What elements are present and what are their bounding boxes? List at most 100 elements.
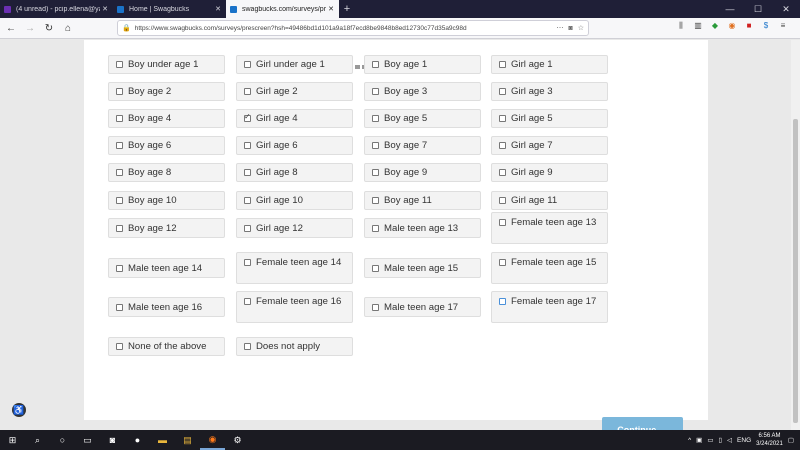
survey-option[interactable]: Girl age 8 xyxy=(236,162,353,182)
firefox-icon[interactable]: ◉ xyxy=(200,430,225,450)
task-view-icon[interactable]: ▭ xyxy=(75,430,100,450)
checkbox[interactable] xyxy=(116,141,123,149)
survey-option[interactable]: Boy age 10 xyxy=(108,190,225,210)
bookmark-star-icon[interactable]: ☆ xyxy=(578,24,584,32)
checkbox[interactable] xyxy=(116,168,123,176)
network-icon[interactable]: ▯ xyxy=(718,436,722,444)
survey-option[interactable]: Girl age 11 xyxy=(491,190,608,210)
survey-option[interactable]: Female teen age 17 xyxy=(491,291,608,323)
tab-swagbucks-home[interactable]: Home | Swagbucks ✕ xyxy=(113,0,226,18)
survey-option[interactable]: Male teen age 17 xyxy=(364,297,481,317)
tray-app-icon[interactable]: ▣ xyxy=(696,436,702,444)
checkbox[interactable] xyxy=(499,259,506,266)
swagbucks-extension-icon[interactable]: $ xyxy=(761,21,771,31)
start-windows-icon[interactable]: ⊞ xyxy=(0,430,25,450)
tab-yahoo-mail[interactable]: (4 unread) - pcip.ellena@yaho ✕ xyxy=(0,0,113,18)
survey-option[interactable]: Male teen age 15 xyxy=(364,258,481,278)
reload-button[interactable]: ↻ xyxy=(41,20,57,36)
checkbox[interactable] xyxy=(372,303,379,311)
checkbox[interactable] xyxy=(244,141,251,149)
survey-option[interactable]: Girl age 7 xyxy=(491,135,608,155)
checkbox[interactable] xyxy=(244,60,251,68)
checkbox-checked[interactable] xyxy=(244,112,251,122)
menu-icon[interactable]: ≡ xyxy=(778,21,788,31)
checkbox[interactable] xyxy=(372,114,379,122)
battery-icon[interactable]: ▭ xyxy=(707,436,713,444)
checkbox[interactable] xyxy=(116,303,123,311)
survey-option[interactable]: Boy age 11 xyxy=(364,190,481,210)
checkbox[interactable] xyxy=(372,87,379,95)
cortana-icon[interactable]: ○ xyxy=(50,430,75,450)
survey-option[interactable]: Female teen age 16 xyxy=(236,291,353,323)
survey-option[interactable]: Boy age 6 xyxy=(108,135,225,155)
address-bar[interactable]: 🔒 https://www.swagbucks.com/surveys/pres… xyxy=(117,20,589,36)
checkbox[interactable] xyxy=(499,219,506,226)
maximize-button[interactable]: ☐ xyxy=(744,0,772,18)
checkbox[interactable] xyxy=(499,196,506,204)
library-icon[interactable]: ⫼ xyxy=(676,21,686,31)
extension-orange-icon[interactable]: ◉ xyxy=(727,21,737,31)
checkbox[interactable] xyxy=(244,224,251,232)
close-window-button[interactable]: ✕ xyxy=(772,0,800,18)
settings-gear-icon[interactable]: ⚙ xyxy=(225,430,250,450)
survey-option[interactable]: Female teen age 15 xyxy=(491,252,608,284)
checkbox[interactable] xyxy=(499,87,506,95)
checkbox[interactable] xyxy=(499,141,506,149)
clock[interactable]: 6:56 AM 3/24/2021 xyxy=(756,432,783,448)
tab-close-icon[interactable]: ✕ xyxy=(326,5,336,13)
checkbox[interactable] xyxy=(116,87,123,95)
checkbox[interactable] xyxy=(372,196,379,204)
app-dark-icon[interactable]: ● xyxy=(125,430,150,450)
survey-option[interactable]: Girl age 4 xyxy=(236,108,353,128)
checkbox[interactable] xyxy=(116,264,123,272)
checkbox[interactable] xyxy=(499,114,506,122)
language-indicator[interactable]: ENG xyxy=(737,437,751,444)
minimize-button[interactable]: — xyxy=(716,0,744,18)
forward-button[interactable]: → xyxy=(22,20,38,36)
scrollbar-thumb[interactable] xyxy=(793,119,798,423)
checkbox[interactable] xyxy=(116,224,123,232)
survey-option[interactable]: Girl age 9 xyxy=(491,162,608,182)
survey-option[interactable]: Girl age 3 xyxy=(491,81,608,101)
survey-option[interactable]: Male teen age 13 xyxy=(364,218,481,238)
survey-option[interactable]: None of the above xyxy=(108,336,225,356)
page-scrollbar[interactable] xyxy=(791,40,800,430)
checkbox[interactable] xyxy=(116,196,123,204)
survey-option[interactable]: Girl age 10 xyxy=(236,190,353,210)
volume-icon[interactable]: ◁ xyxy=(727,436,732,444)
checkbox[interactable] xyxy=(116,342,123,350)
checkbox[interactable] xyxy=(499,298,506,305)
new-tab-button[interactable]: + xyxy=(339,0,355,18)
extension-green-icon[interactable]: ◆ xyxy=(710,21,720,31)
checkbox[interactable] xyxy=(244,342,251,350)
lock-icon[interactable]: 🔒 xyxy=(122,24,131,32)
survey-option[interactable]: Boy age 3 xyxy=(364,81,481,101)
checkbox[interactable] xyxy=(372,60,379,68)
home-button[interactable]: ⌂ xyxy=(60,20,76,36)
camera-app-icon[interactable]: ◙ xyxy=(100,430,125,450)
sidebar-icon[interactable]: ▥ xyxy=(693,21,703,31)
sticky-app-icon[interactable]: ▤ xyxy=(175,430,200,450)
checkbox[interactable] xyxy=(372,224,379,232)
tray-chevron-up-icon[interactable]: ^ xyxy=(688,437,691,444)
survey-option[interactable]: Male teen age 14 xyxy=(108,258,225,278)
survey-option[interactable]: Boy age 7 xyxy=(364,135,481,155)
survey-option[interactable]: Girl age 6 xyxy=(236,135,353,155)
checkbox[interactable] xyxy=(244,168,251,176)
checkbox[interactable] xyxy=(372,141,379,149)
survey-option[interactable]: Girl under age 1 xyxy=(236,54,353,74)
survey-option[interactable]: Girl age 5 xyxy=(491,108,608,128)
survey-option[interactable]: Boy age 12 xyxy=(108,218,225,238)
survey-option[interactable]: Does not apply xyxy=(236,336,353,356)
survey-option[interactable]: Girl age 2 xyxy=(236,81,353,101)
search-icon[interactable]: ⌕ xyxy=(25,430,50,450)
checkbox[interactable] xyxy=(244,298,251,305)
survey-option[interactable]: Boy age 1 xyxy=(364,54,481,74)
pocket-icon[interactable]: ◙ xyxy=(568,25,572,32)
survey-option[interactable]: Boy age 5 xyxy=(364,108,481,128)
survey-option[interactable]: Male teen age 16 xyxy=(108,297,225,317)
checkbox[interactable] xyxy=(116,60,123,68)
tab-close-icon[interactable]: ✕ xyxy=(213,5,223,13)
survey-option[interactable]: Boy under age 1 xyxy=(108,54,225,74)
checkbox[interactable] xyxy=(372,264,379,272)
